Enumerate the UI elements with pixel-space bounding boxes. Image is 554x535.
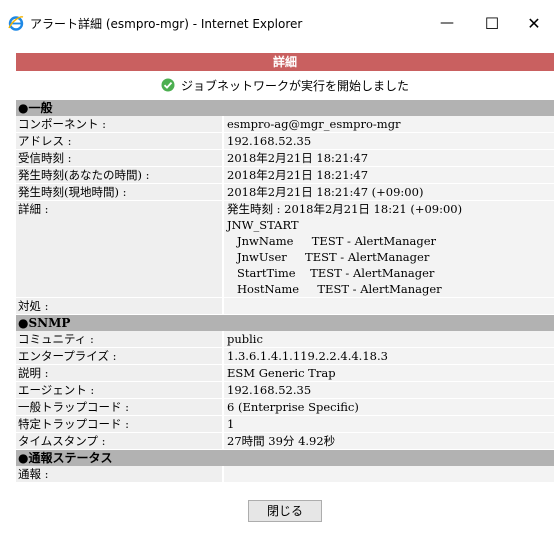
enterprise-label: エンタープライズ : — [16, 348, 222, 365]
table-row: コミュニティ : public — [16, 331, 554, 348]
table-row: アドレス : 192.168.52.35 — [16, 133, 554, 150]
generic-trap-label: 一般トラップコード : — [16, 399, 222, 416]
detail-table: ●一般 コンポーネント : esmpro-ag@mgr_esmpro-mgr ア… — [16, 100, 554, 483]
section-header-snmp: ●SNMP — [16, 315, 554, 331]
received-time-value: 2018年2月21日 18:21:47 — [222, 150, 554, 167]
footer: 閉じる — [16, 500, 554, 522]
component-label: コンポーネント : — [16, 116, 222, 133]
received-time-label: 受信時刻 : — [16, 150, 222, 167]
enterprise-value: 1.3.6.1.4.1.119.2.2.4.4.18.3 — [222, 348, 554, 365]
detail-line: HostName TEST - AlertManager — [237, 282, 442, 296]
detail-line: JNW_START — [227, 218, 299, 232]
internet-explorer-icon — [8, 16, 24, 31]
detail-label: 詳細 : — [16, 201, 222, 298]
close-button[interactable]: 閉じる — [248, 500, 322, 522]
table-row: 発生時刻(現地時間) : 2018年2月21日 18:21:47 (+09:00… — [16, 184, 554, 201]
timestamp-value: 27時間 39分 4.92秒 — [222, 433, 554, 450]
window-close-button[interactable]: ✕ — [514, 8, 554, 38]
check-circle-icon — [161, 78, 175, 92]
occurred-your-time-label: 発生時刻(あなたの時間) : — [16, 167, 222, 184]
detail-line: 発生時刻 : 2018年2月21日 18:21 (+09:00) — [227, 202, 463, 216]
status-notice: ジョブネットワークが実行を開始しました — [16, 74, 554, 96]
table-row: 対処 : — [16, 298, 554, 315]
occurred-your-time-value: 2018年2月21日 18:21:47 — [222, 167, 554, 184]
description-label: 説明 : — [16, 365, 222, 382]
detail-value: 発生時刻 : 2018年2月21日 18:21 (+09:00) JNW_STA… — [222, 201, 554, 298]
timestamp-label: タイムスタンプ : — [16, 433, 222, 450]
action-value — [222, 298, 554, 315]
maximize-button[interactable]: ☐ — [472, 8, 512, 38]
action-label: 対処 : — [16, 298, 222, 315]
table-row: 通報 : — [16, 466, 554, 483]
specific-trap-label: 特定トラップコード : — [16, 416, 222, 433]
specific-trap-value: 1 — [222, 416, 554, 433]
notify-value — [222, 466, 554, 483]
maximize-icon: ☐ — [484, 13, 500, 33]
notify-label: 通報 : — [16, 466, 222, 483]
table-row: エージェント : 192.168.52.35 — [16, 382, 554, 399]
generic-trap-value: 6 (Enterprise Specific) — [222, 399, 554, 416]
table-row: 発生時刻(あなたの時間) : 2018年2月21日 18:21:47 — [16, 167, 554, 184]
window-titlebar: アラート詳細 (esmpro-mgr) - Internet Explorer … — [0, 0, 554, 44]
alert-detail-content: 詳細 ジョブネットワークが実行を開始しました ●一般 コンポーネント : esm… — [16, 44, 554, 535]
minimize-icon: — — [440, 15, 454, 31]
section-header-notify: ●通報ステータス — [16, 450, 554, 466]
detail-banner: 詳細 — [16, 53, 554, 71]
detail-line: JnwUser TEST - AlertManager — [237, 250, 430, 264]
close-icon: ✕ — [527, 13, 541, 33]
agent-value: 192.168.52.35 — [222, 382, 554, 399]
notice-text: ジョブネットワークが実行を開始しました — [180, 78, 409, 93]
agent-label: エージェント : — [16, 382, 222, 399]
address-value: 192.168.52.35 — [222, 133, 554, 150]
table-row: エンタープライズ : 1.3.6.1.4.1.119.2.2.4.4.18.3 — [16, 348, 554, 365]
minimize-button[interactable]: — — [427, 8, 467, 38]
table-row: 一般トラップコード : 6 (Enterprise Specific) — [16, 399, 554, 416]
table-row: 受信時刻 : 2018年2月21日 18:21:47 — [16, 150, 554, 167]
community-label: コミュニティ : — [16, 331, 222, 348]
component-value: esmpro-ag@mgr_esmpro-mgr — [222, 116, 554, 133]
table-row: 説明 : ESM Generic Trap — [16, 365, 554, 382]
section-header-general: ●一般 — [16, 100, 554, 116]
community-value: public — [222, 331, 554, 348]
occurred-local-time-value: 2018年2月21日 18:21:47 (+09:00) — [222, 184, 554, 201]
detail-line: StartTime TEST - AlertManager — [237, 266, 435, 280]
window-title: アラート詳細 (esmpro-mgr) - Internet Explorer — [30, 17, 303, 31]
table-row: 詳細 : 発生時刻 : 2018年2月21日 18:21 (+09:00) JN… — [16, 201, 554, 298]
description-value: ESM Generic Trap — [222, 365, 554, 382]
table-row: タイムスタンプ : 27時間 39分 4.92秒 — [16, 433, 554, 450]
detail-line: JnwName TEST - AlertManager — [237, 234, 437, 248]
address-label: アドレス : — [16, 133, 222, 150]
table-row: コンポーネント : esmpro-ag@mgr_esmpro-mgr — [16, 116, 554, 133]
occurred-local-time-label: 発生時刻(現地時間) : — [16, 184, 222, 201]
table-row: 特定トラップコード : 1 — [16, 416, 554, 433]
